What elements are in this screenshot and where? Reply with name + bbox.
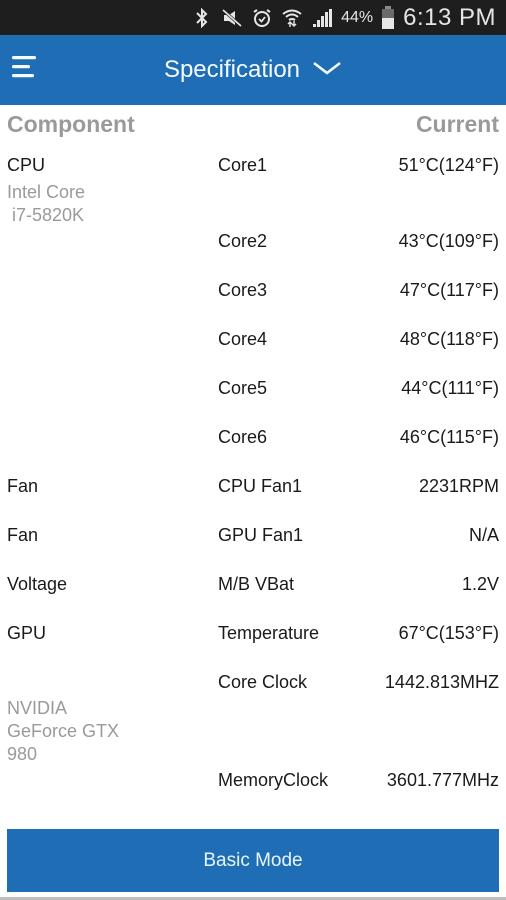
sensor-value: 44°C(111°F) [401,378,499,398]
wifi-icon [281,7,303,29]
component-label: CPU [7,155,46,175]
sensor-label: GPU Fan1 [218,525,304,545]
sensor-value: 67°C(153°F) [398,623,499,643]
status-time: 6:13 PM [403,3,496,31]
basic-mode-button[interactable]: Basic Mode [7,829,499,892]
sensor-label: Core6 [218,427,268,447]
title-dropdown[interactable]: Specification [0,35,506,105]
sensor-value: 47°C(117°F) [399,280,499,300]
header-component: Component [7,111,135,137]
component-label: Voltage [7,574,68,594]
hamburger-menu-icon [10,56,40,87]
mute-icon [221,7,243,29]
sensor-value: N/A [468,525,499,545]
sensor-value: 1.2V [461,574,499,594]
component-label: Fan [7,525,39,545]
page-title: Specification [163,56,301,83]
sensor-label: MemoryClock [218,770,329,790]
sensor-label: Core5 [218,378,268,398]
sensor-value: 1442.813MHZ [384,672,499,692]
sensor-value: 3601.777MHz [386,770,499,790]
sensor-label: Core3 [218,280,268,300]
app-bar: Specification [0,35,506,105]
sensor-value: 43°C(109°F) [398,231,499,251]
sensor-label: CPU Fan1 [218,476,303,496]
sensor-value: 51°C(124°F) [398,155,499,175]
component-label: GPU [7,623,47,643]
sensor-value: 46°C(115°F) [399,427,499,447]
sensor-value: 48°C(118°F) [399,329,499,349]
sensor-value: 2231RPM [418,476,499,496]
sensor-label: Temperature [218,623,320,643]
sensor-label: Core2 [218,231,268,251]
chevron-down-icon [312,60,342,81]
status-bar: 44% 6:13 PM [0,0,506,35]
sensor-label: M/B VBat [218,574,295,594]
sensor-label: Core1 [218,155,268,175]
sensor-label: Core4 [218,329,268,349]
header-current: Current [415,111,499,137]
gpu-model: NVIDIA GeForce GTX 980 [7,698,120,764]
component-label: Fan [7,476,39,496]
alarm-icon [251,7,273,29]
sensor-label: Core Clock [218,672,308,692]
status-icons: 44% 6:13 PM [191,0,496,35]
bluetooth-icon [191,7,213,29]
cpu-model: Intel Core i7-5820K [7,182,86,225]
battery-icon [381,5,395,29]
signal-icon [311,7,333,29]
table-header: Component Current [0,105,506,145]
menu-button[interactable] [10,53,40,83]
battery-percent: 44% [341,8,374,26]
